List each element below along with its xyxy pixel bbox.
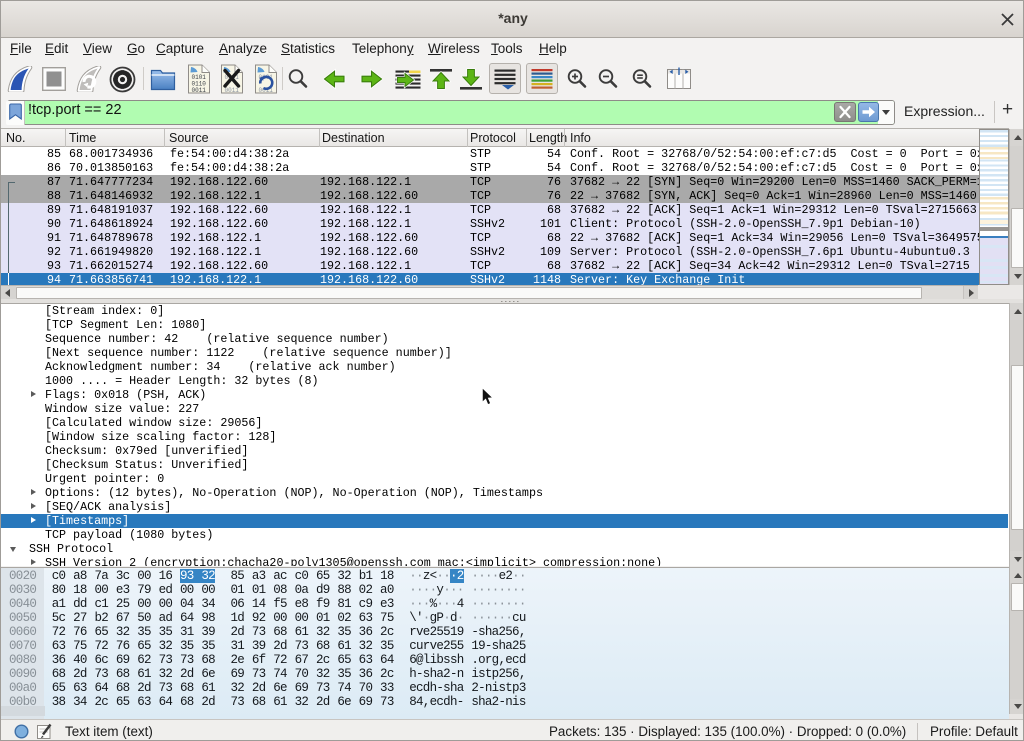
svg-text:0011: 0011 bbox=[192, 87, 207, 94]
svg-text:0011: 0011 bbox=[225, 87, 240, 94]
